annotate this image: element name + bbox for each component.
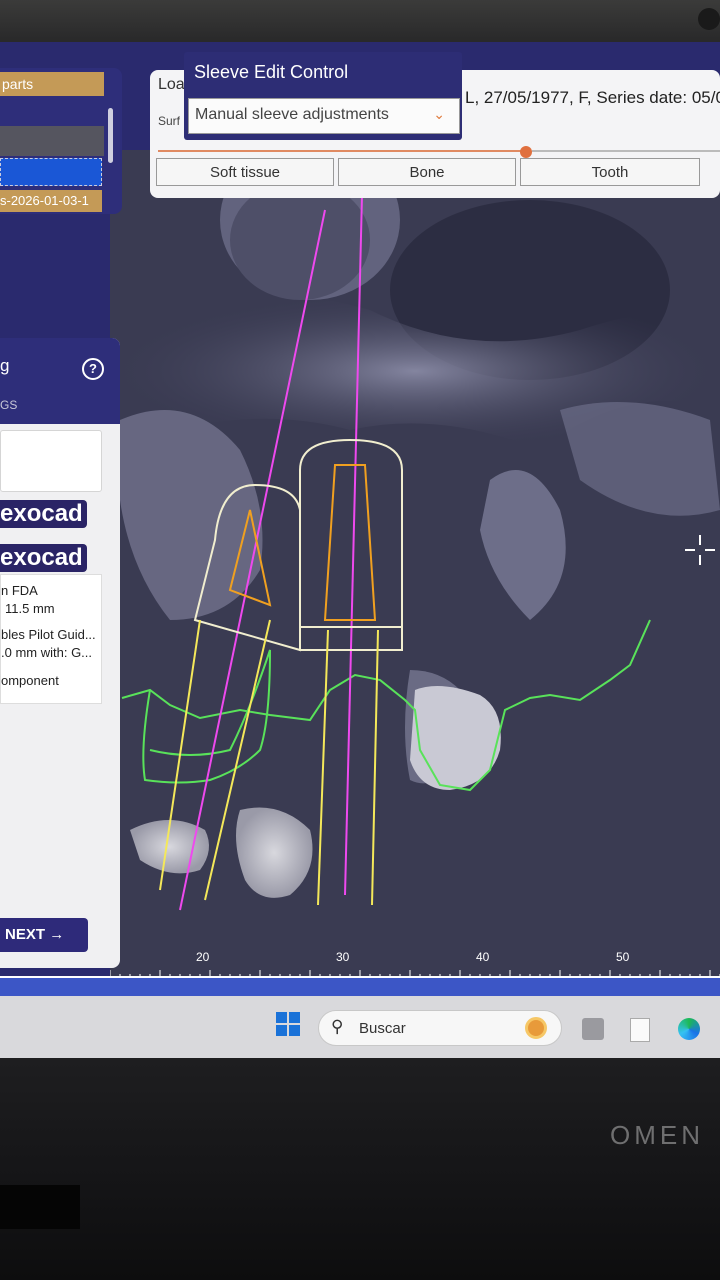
sleeve-edit-popup: Sleeve Edit Control Manual sleeve adjust… <box>184 52 462 140</box>
brand-label-2: exocad <box>0 544 87 572</box>
planning-panel: g ? GS exocad exocad n FDA 11.5 mm bles … <box>0 338 120 968</box>
implant-info-card: n FDA 11.5 mm bles Pilot Guid... .0 mm w… <box>0 574 102 704</box>
ruler-label: 40 <box>476 950 490 964</box>
sleeve-mode-value: Manual sleeve adjustments <box>195 106 389 123</box>
bone-button[interactable]: Bone <box>338 158 516 186</box>
info-line: omponent <box>1 673 59 688</box>
search-icon: ⚲ <box>331 1017 344 1036</box>
tooth-button[interactable]: Tooth <box>520 158 700 186</box>
scan-viewport[interactable] <box>110 150 720 980</box>
ruler-label: 30 <box>336 950 350 964</box>
opacity-slider-track[interactable] <box>532 150 720 152</box>
empty-card <box>0 430 102 492</box>
load-label: Loa <box>158 76 185 93</box>
info-line: bles Pilot Guid... <box>1 627 96 642</box>
sleeve-edit-title: Sleeve Edit Control <box>194 62 349 82</box>
parts-panel: parts s-2026-01-03-1 <box>0 68 122 214</box>
ruler-ticks <box>110 970 720 978</box>
screen: parts s-2026-01-03-1 g ? GS exocad exoca… <box>0 0 720 1280</box>
ruler-label: 20 <box>196 950 210 964</box>
chevron-down-icon: ⌄ <box>433 106 445 122</box>
ruler-label: 50 <box>616 950 630 964</box>
brand-label-1: exocad <box>0 500 87 528</box>
monitor-stand <box>0 1185 80 1229</box>
monitor-brand-logo: OMEN <box>610 1120 704 1150</box>
taskbar-search-input[interactable]: ⚲ Buscar <box>318 1010 562 1046</box>
opacity-slider-knob[interactable] <box>520 146 532 158</box>
soft-tissue-button[interactable]: Soft tissue <box>156 158 334 186</box>
monitor-bezel-top <box>0 0 720 48</box>
parts-panel-title: parts <box>0 72 104 96</box>
search-placeholder: Buscar <box>359 1020 406 1037</box>
planning-panel-header: g ? GS <box>0 338 120 424</box>
next-label: NEXT <box>5 926 46 943</box>
sleeve-mode-select[interactable]: Manual sleeve adjustments ⌄ <box>188 98 460 134</box>
edge-browser-icon[interactable] <box>678 1018 700 1040</box>
patient-info: L, 27/05/1977, F, Series date: 05/01 <box>465 88 720 107</box>
search-highlight-icon <box>525 1017 547 1039</box>
windows-start-icon[interactable] <box>276 1012 300 1036</box>
arrow-right-icon: → <box>49 926 65 943</box>
planning-panel-subtitle: GS <box>0 398 18 412</box>
list-item-selected[interactable] <box>0 158 102 186</box>
surface-label: Surf <box>158 114 181 128</box>
task-view-icon[interactable] <box>582 1018 604 1040</box>
file-icon[interactable] <box>630 1018 650 1042</box>
info-line: n FDA <box>1 583 38 598</box>
monitor-bezel-bottom <box>0 1058 720 1280</box>
question-icon[interactable]: ? <box>82 358 104 380</box>
list-item[interactable] <box>0 126 104 156</box>
info-line: 11.5 mm <box>5 601 55 616</box>
ct-scan-image <box>110 150 720 980</box>
opacity-slider-fill[interactable] <box>158 150 526 152</box>
next-button[interactable]: NEXT → <box>0 918 88 952</box>
scrollbar[interactable] <box>108 108 113 163</box>
info-line: .0 mm with: G... <box>1 645 93 660</box>
planning-panel-title: g <box>0 356 10 375</box>
taskbar: ⚲ Buscar <box>0 996 720 1058</box>
ruler: 20 30 40 50 <box>110 950 720 992</box>
webcam <box>698 8 720 30</box>
list-item-date[interactable]: s-2026-01-03-1 <box>0 190 102 212</box>
